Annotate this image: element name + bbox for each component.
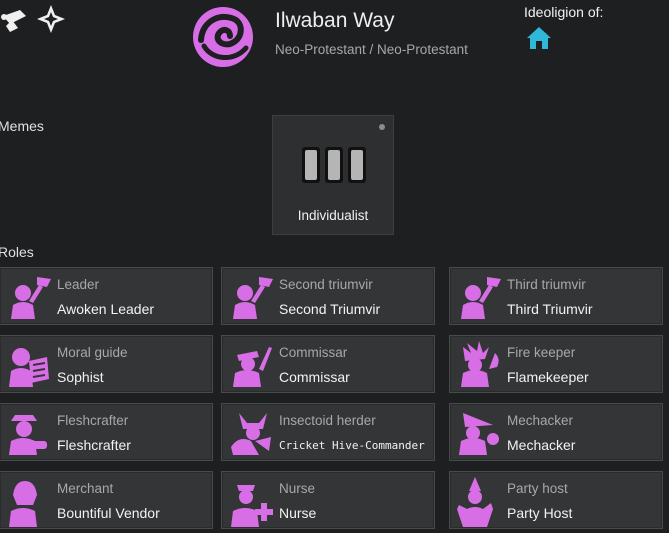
role-title: Party host <box>507 481 568 496</box>
meme-label: Individualist <box>297 208 369 223</box>
role-name: Sophist <box>57 369 104 385</box>
nurse-icon <box>225 475 277 527</box>
role-card-insectoid-herder[interactable]: Insectoid herder Cricket Hive-Commander <box>221 403 435 461</box>
role-card-commissar[interactable]: Commissar Commissar <box>221 335 435 393</box>
insectoid-herder-icon <box>225 407 277 459</box>
role-title: Second triumvir <box>279 277 373 292</box>
role-title: Moral guide <box>57 345 128 360</box>
role-card-leader[interactable]: Leader Awoken Leader <box>0 267 213 325</box>
ideoligion-name[interactable]: Ilwaban Way <box>275 9 394 33</box>
commissar-icon <box>225 339 277 391</box>
party-host-icon <box>453 475 505 527</box>
triumvir-icon <box>453 271 505 323</box>
scroll-icon[interactable] <box>0 4 30 34</box>
role-name: Commissar <box>279 369 350 385</box>
role-card-third-triumvir[interactable]: Third triumvir Third Triumvir <box>449 267 663 325</box>
meme-indicator-dot <box>379 124 385 130</box>
role-card-fire-keeper[interactable]: Fire keeper Flamekeeper <box>449 335 663 393</box>
swirl-eye-icon[interactable] <box>192 6 254 68</box>
mechacker-icon <box>453 407 505 459</box>
compass-star-icon[interactable] <box>36 4 66 34</box>
role-title: Third triumvir <box>507 277 586 292</box>
role-card-nurse[interactable]: Nurse Nurse <box>221 471 435 529</box>
role-name: Bountiful Vendor <box>57 505 160 521</box>
role-card-merchant[interactable]: Merchant Bountiful Vendor <box>0 471 213 529</box>
role-card-fleshcrafter[interactable]: Fleshcrafter Fleshcrafter <box>0 403 213 461</box>
role-card-mechacker[interactable]: Mechacker Mechacker <box>449 403 663 461</box>
roles-label: Roles <box>0 244 34 260</box>
role-card-moral-guide[interactable]: Moral guide Sophist <box>0 335 213 393</box>
role-name: Nurse <box>279 505 317 521</box>
merchant-icon <box>3 475 55 527</box>
moral-guide-icon <box>3 339 55 391</box>
role-title: Commissar <box>279 345 348 360</box>
triumvir-icon <box>225 271 277 323</box>
role-title: Leader <box>57 277 100 292</box>
ideoligion-subtitle: Neo-Protestant / Neo-Protestant <box>275 42 468 57</box>
role-name: Cricket Hive-Commander <box>279 439 425 452</box>
ideoligion-of-label: Ideoligion of: <box>524 4 604 20</box>
meme-card-individualist[interactable]: Individualist <box>272 115 394 235</box>
role-title: Merchant <box>57 481 114 496</box>
role-name: Fleshcrafter <box>57 437 131 453</box>
role-card-party-host[interactable]: Party host Party Host <box>449 471 663 529</box>
role-title: Insectoid herder <box>279 413 376 428</box>
role-card-second-triumvir[interactable]: Second triumvir Second Triumvir <box>221 267 435 325</box>
role-name: Third Triumvir <box>507 301 593 317</box>
role-name: Awoken Leader <box>57 301 155 317</box>
fleshcrafter-icon <box>3 407 55 459</box>
house-icon[interactable] <box>526 26 552 50</box>
role-title: Nurse <box>279 481 316 496</box>
three-bars-icon <box>301 146 367 184</box>
leader-icon <box>3 271 55 323</box>
fire-keeper-icon <box>453 339 505 391</box>
role-name: Second Triumvir <box>279 301 381 317</box>
role-name: Mechacker <box>507 437 576 453</box>
role-name: Flamekeeper <box>507 369 589 385</box>
role-name: Party Host <box>507 505 573 521</box>
memes-label: Memes <box>0 118 44 134</box>
role-title: Fleshcrafter <box>57 413 129 428</box>
role-title: Mechacker <box>507 413 574 428</box>
role-title: Fire keeper <box>507 345 576 360</box>
